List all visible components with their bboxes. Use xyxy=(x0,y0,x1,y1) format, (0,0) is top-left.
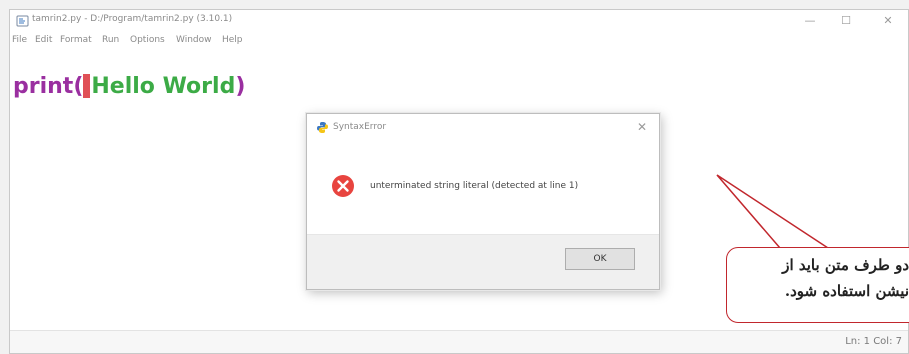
error-icon xyxy=(332,175,354,197)
code-open-paren: ( xyxy=(73,74,84,99)
syntax-error-dialog: SyntaxError ✕ unterminated string litera… xyxy=(306,113,660,290)
python-logo-icon xyxy=(317,122,328,133)
callout-box: دو طرف متن باید از نیشن استفاده شود. xyxy=(726,247,909,323)
menu-edit[interactable]: Edit xyxy=(35,35,52,45)
error-message: unterminated string literal (detected at… xyxy=(370,181,579,191)
dialog-close-icon[interactable]: ✕ xyxy=(637,120,647,134)
menu-format[interactable]: Format xyxy=(60,35,92,45)
error-cursor-marker xyxy=(83,74,91,98)
code-line: print( Hello World) xyxy=(13,74,245,99)
callout-line-1: دو طرف متن باید از xyxy=(782,256,909,274)
window-title: tamrin2.py - D:/Program/tamrin2.py (3.10… xyxy=(32,14,233,24)
dialog-title-bar[interactable]: SyntaxError ✕ xyxy=(307,114,659,140)
code-close-paren: ) xyxy=(235,74,246,99)
code-keyword: print xyxy=(13,74,74,99)
dialog-footer: OK xyxy=(307,234,659,289)
menu-bar: File Edit Format Run Options Window Help xyxy=(10,32,908,50)
menu-window[interactable]: Window xyxy=(176,35,212,45)
callout-line-2: نیشن استفاده شود. xyxy=(784,282,909,300)
title-bar[interactable]: tamrin2.py - D:/Program/tamrin2.py (3.10… xyxy=(10,10,908,32)
code-string: Hello World xyxy=(91,74,236,99)
menu-file[interactable]: File xyxy=(12,35,27,45)
python-file-icon xyxy=(16,15,29,27)
menu-options[interactable]: Options xyxy=(130,35,165,45)
cursor-position: Ln: 1 Col: 7 xyxy=(845,336,902,347)
menu-help[interactable]: Help xyxy=(222,35,243,45)
status-bar: Ln: 1 Col: 7 xyxy=(10,330,908,353)
menu-run[interactable]: Run xyxy=(102,35,119,45)
ok-button[interactable]: OK xyxy=(565,248,635,270)
minimize-button[interactable]: — xyxy=(790,10,830,32)
maximize-button[interactable]: ☐ xyxy=(826,10,866,32)
close-button[interactable]: ✕ xyxy=(868,10,908,32)
dialog-title: SyntaxError xyxy=(333,122,387,132)
